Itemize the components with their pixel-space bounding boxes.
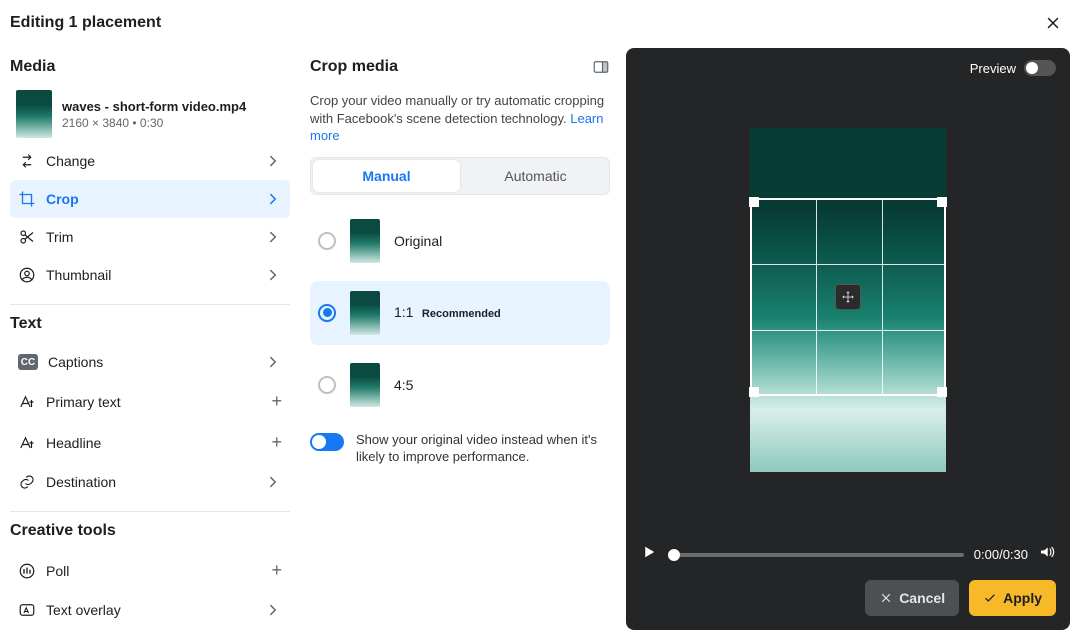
- move-handle[interactable]: [835, 284, 861, 310]
- change-icon: [18, 152, 36, 170]
- crop-handle-tr[interactable]: [937, 197, 947, 207]
- media-thumbnail: [16, 90, 52, 138]
- chevron-right-icon: [264, 473, 282, 491]
- ratio-option-original[interactable]: Original: [310, 209, 610, 273]
- sidebar-item-headline[interactable]: Headline +: [10, 422, 290, 463]
- media-file[interactable]: waves - short-form video.mp4 2160 × 3840…: [10, 86, 290, 142]
- ratio-option-1-1[interactable]: 1:1 Recommended: [310, 281, 610, 345]
- radio-unselected[interactable]: [318, 232, 336, 250]
- playback-time: 0:00/0:30: [974, 547, 1028, 562]
- tools-section-title: Creative tools: [10, 522, 290, 540]
- apply-button[interactable]: Apply: [969, 580, 1056, 616]
- sidebar-item-primary-text[interactable]: Primary text +: [10, 381, 290, 422]
- sidebar-item-text-overlay[interactable]: Text overlay: [10, 591, 290, 629]
- chevron-right-icon: [264, 228, 282, 246]
- move-icon: [841, 290, 855, 304]
- text-icon: [18, 434, 36, 452]
- sidebar-item-label: Crop: [46, 191, 79, 207]
- text-overlay-icon: [18, 601, 36, 619]
- sidebar-item-label: Primary text: [46, 394, 121, 410]
- text-section-title: Text: [10, 315, 290, 333]
- volume-icon: [1038, 543, 1056, 561]
- crop-mode-tabs: Manual Automatic: [310, 157, 610, 195]
- sidebar-item-thumbnail[interactable]: Thumbnail: [10, 256, 290, 294]
- sidebar-item-label: Headline: [46, 435, 101, 451]
- media-section-title: Media: [10, 58, 290, 76]
- sidebar-item-label: Captions: [48, 354, 103, 370]
- crop-icon: [18, 190, 36, 208]
- sidebar-item-label: Thumbnail: [46, 267, 111, 283]
- crop-handle-br[interactable]: [937, 387, 947, 397]
- sidebar-item-change[interactable]: Change: [10, 142, 290, 180]
- sidebar-item-trim[interactable]: Trim: [10, 218, 290, 256]
- ratio-label: 1:1: [394, 304, 413, 320]
- ratio-thumbnail: [350, 291, 380, 335]
- chevron-right-icon: [264, 266, 282, 284]
- sidebar-item-label: Text overlay: [46, 602, 121, 618]
- crop-handle-bl[interactable]: [749, 387, 759, 397]
- preview-toggle[interactable]: [1024, 60, 1056, 76]
- radio-unselected[interactable]: [318, 376, 336, 394]
- ratio-thumbnail: [350, 363, 380, 407]
- close-button[interactable]: [1042, 12, 1064, 34]
- sidebar-item-crop[interactable]: Crop: [10, 180, 290, 218]
- chevron-right-icon: [264, 601, 282, 619]
- plus-icon: +: [271, 391, 282, 412]
- tab-automatic[interactable]: Automatic: [462, 158, 609, 194]
- preview-label: Preview: [970, 61, 1016, 76]
- plus-icon: +: [271, 432, 282, 453]
- text-icon: [18, 393, 36, 411]
- show-original-toggle[interactable]: [310, 433, 344, 451]
- play-icon: [640, 543, 658, 561]
- sidebar-item-poll[interactable]: Poll +: [10, 550, 290, 591]
- ratio-label: Original: [394, 233, 442, 249]
- chevron-right-icon: [264, 152, 282, 170]
- sidebar-item-destination[interactable]: Destination: [10, 463, 290, 501]
- crop-section-title: Crop media: [310, 58, 398, 76]
- close-icon: [1044, 14, 1062, 32]
- thumbnail-icon: [18, 266, 36, 284]
- plus-icon: +: [271, 560, 282, 581]
- ratio-thumbnail: [350, 219, 380, 263]
- sidebar-item-label: Change: [46, 153, 95, 169]
- page-title: Editing 1 placement: [10, 14, 161, 32]
- sidebar-item-label: Trim: [46, 229, 73, 245]
- tab-manual[interactable]: Manual: [313, 160, 460, 192]
- preview-panel: Preview: [626, 48, 1070, 630]
- ratio-label: 4:5: [394, 377, 413, 393]
- link-icon: [18, 473, 36, 491]
- captions-icon: CC: [18, 354, 38, 370]
- recommended-badge: Recommended: [422, 308, 501, 320]
- media-file-name: waves - short-form video.mp4: [62, 99, 246, 114]
- sidebar-item-captions[interactable]: CC Captions: [10, 343, 290, 381]
- radio-selected[interactable]: [318, 304, 336, 322]
- media-file-meta: 2160 × 3840 • 0:30: [62, 116, 246, 130]
- chevron-right-icon: [264, 190, 282, 208]
- volume-button[interactable]: [1038, 543, 1056, 566]
- cancel-button[interactable]: Cancel: [865, 580, 959, 616]
- crop-bounds[interactable]: [750, 198, 946, 396]
- divider: [10, 511, 290, 512]
- poll-icon: [18, 562, 36, 580]
- check-icon: [983, 591, 997, 605]
- ratio-option-4-5[interactable]: 4:5: [310, 353, 610, 417]
- play-button[interactable]: [640, 543, 658, 566]
- sidebar-item-label: Destination: [46, 474, 116, 490]
- chevron-right-icon: [264, 353, 282, 371]
- panel-toggle-icon[interactable]: [592, 58, 610, 76]
- crop-description: Crop your video manually or try automati…: [310, 92, 610, 145]
- close-icon: [879, 591, 893, 605]
- video-frame[interactable]: [750, 128, 946, 472]
- scrubber[interactable]: [668, 553, 964, 557]
- trim-icon: [18, 228, 36, 246]
- show-original-label: Show your original video instead when it…: [356, 431, 610, 466]
- sidebar-item-label: Poll: [46, 563, 69, 579]
- divider: [10, 304, 290, 305]
- sidebar-item-logo-overlay[interactable]: Logo overlay: [10, 629, 290, 640]
- crop-handle-tl[interactable]: [749, 197, 759, 207]
